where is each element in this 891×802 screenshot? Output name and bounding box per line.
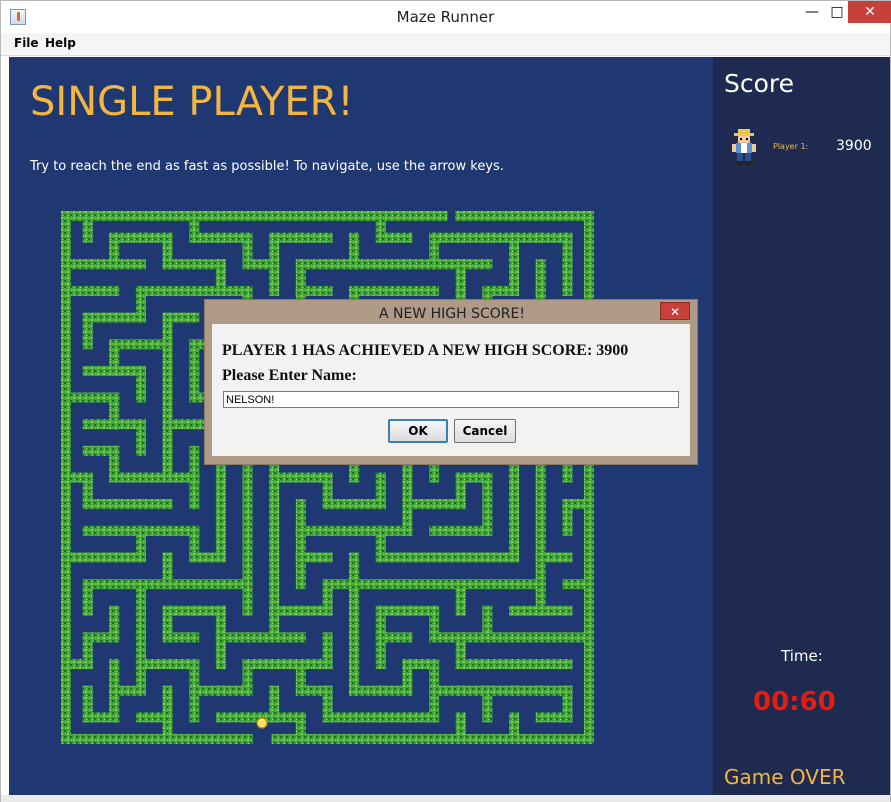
maze-wall: [562, 259, 573, 296]
dialog-body: PLAYER 1 HAS ACHIEVED A NEW HIGH SCORE: …: [212, 324, 690, 456]
menu-bar: File Help: [1, 33, 890, 56]
maze-wall: [135, 419, 146, 456]
maze-wall: [242, 579, 253, 616]
close-window-button[interactable]: ✕: [848, 1, 891, 23]
maze-wall: [562, 579, 594, 590]
maze-wall: [295, 605, 333, 616]
player-label: Player 1:: [773, 142, 809, 151]
game-heading: SINGLE PLAYER!: [30, 79, 354, 125]
maze-wall: [455, 579, 466, 616]
score-panel: Score Player 1: 3900 Time: 00:60 Game OV…: [713, 57, 890, 795]
maze-wall: [535, 605, 573, 616]
maze-wall: [584, 211, 594, 744]
maze-wall: [109, 312, 146, 323]
window-title: Maze Runner: [396, 8, 495, 26]
maze-wall: [82, 712, 120, 723]
maze-wall: [82, 312, 93, 350]
time-value: 00:60: [753, 687, 836, 717]
menu-file[interactable]: File: [14, 36, 39, 50]
maze-wall: [135, 365, 146, 403]
maze-board[interactable]: [61, 211, 594, 744]
maze-wall: [189, 472, 200, 510]
maze-wall: [455, 712, 466, 744]
player-score: 3900: [836, 138, 872, 154]
maze-wall: [375, 685, 413, 696]
maze-wall: [109, 552, 146, 563]
maze-wall: [455, 211, 594, 221]
maze-wall: [271, 734, 594, 744]
maze-wall: [535, 659, 573, 670]
time-label: Time:: [781, 647, 823, 665]
maze-grid: [61, 211, 594, 744]
maze-wall: [61, 211, 448, 221]
window-bottom-edge: [1, 795, 890, 802]
maze-wall: [82, 211, 93, 243]
maze-wall: [162, 632, 200, 643]
maze-wall: [135, 499, 173, 510]
maze-wall: [269, 632, 306, 643]
player-sprite-icon: [732, 129, 756, 165]
maze-wall: [215, 685, 253, 696]
maze-wall: [402, 285, 440, 296]
maze-wall: [189, 552, 226, 563]
maze-wall: [509, 712, 520, 744]
maze-wall: [109, 259, 146, 270]
maze-wall: [82, 285, 120, 296]
maze-wall: [349, 499, 386, 510]
menu-help[interactable]: Help: [45, 36, 76, 50]
ok-button[interactable]: OK: [388, 419, 448, 443]
maze-wall: [162, 712, 173, 744]
cancel-button[interactable]: Cancel: [454, 419, 516, 443]
maze-wall: [295, 552, 306, 590]
title-bar[interactable]: Maze Runner — □ ✕: [1, 1, 891, 33]
name-input[interactable]: [223, 391, 679, 408]
score-title: Score: [724, 69, 795, 98]
maze-wall: [455, 525, 493, 536]
maze-wall: [215, 632, 226, 670]
maze-wall: [269, 259, 280, 296]
player-marker: [256, 717, 268, 729]
maze-wall: [482, 552, 520, 563]
dialog-prompt: Please Enter Name:: [222, 367, 357, 384]
game-status: Game OVER: [724, 765, 846, 789]
maze-wall: [82, 579, 93, 616]
app-window: Maze Runner — □ ✕ File Help SINGLE PLAYE…: [0, 0, 891, 802]
maze-wall: [402, 712, 440, 723]
maze-wall: [429, 499, 466, 510]
maze-wall: [295, 712, 306, 744]
dialog-close-button[interactable]: ✕: [660, 302, 690, 320]
game-instructions: Try to reach the end as fast as possible…: [30, 159, 504, 174]
maze-wall: [482, 685, 493, 723]
maze-wall: [535, 712, 573, 723]
maze-wall: [562, 632, 594, 643]
dialog-message: PLAYER 1 HAS ACHIEVED A NEW HIGH SCORE: …: [222, 342, 629, 359]
maze-wall: [61, 659, 93, 670]
maze-wall: [375, 632, 386, 670]
maze-wall: [562, 499, 573, 536]
maze-wall: [375, 232, 413, 243]
maze-wall: [295, 232, 333, 243]
maze-wall: [61, 734, 253, 744]
high-score-dialog: A NEW HIGH SCORE! ✕ PLAYER 1 HAS ACHIEVE…: [204, 299, 698, 465]
dialog-title: A NEW HIGH SCORE!: [379, 306, 525, 322]
maze-wall: [189, 685, 200, 723]
